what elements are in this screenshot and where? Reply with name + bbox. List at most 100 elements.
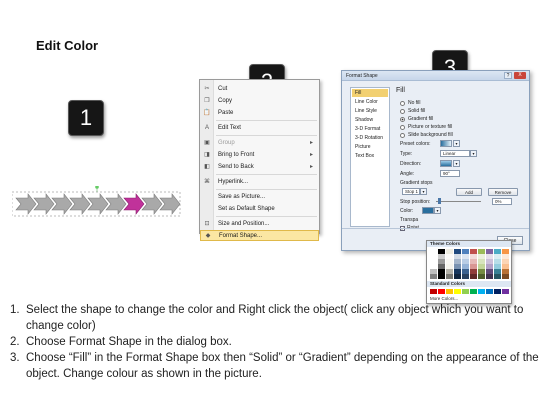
arrow-shape[interactable]: [15, 193, 37, 215]
submenu-chevron-icon: ▸: [309, 152, 313, 158]
color-swatch[interactable]: [502, 289, 509, 294]
color-swatch[interactable]: [430, 289, 437, 294]
stop-position-input[interactable]: 0%: [492, 198, 512, 205]
color-swatch[interactable]: [462, 274, 469, 279]
option-picture-fill[interactable]: Picture or texture fill: [400, 124, 452, 130]
menu-item-hyperlink[interactable]: ⌘ Hyperlink...: [200, 176, 319, 187]
menu-item-format-shape[interactable]: ◆ Format Shape...: [200, 230, 319, 241]
color-swatch[interactable]: [454, 274, 461, 279]
color-swatch[interactable]: [438, 274, 445, 279]
color-dropdown[interactable]: ▾: [434, 207, 441, 214]
arrow-shape[interactable]: [33, 193, 55, 215]
menu-item-group[interactable]: ▣ Group ▸: [200, 137, 319, 148]
arrow-shape[interactable]: [51, 193, 73, 215]
option-solid-fill[interactable]: Solid fill: [400, 108, 425, 114]
angle-label: Angle:: [400, 171, 415, 177]
color-swatch[interactable]: [478, 274, 485, 279]
rotation-handle[interactable]: [95, 186, 99, 189]
menu-item-edit-text[interactable]: A Edit Text: [200, 122, 319, 133]
menu-item-cut[interactable]: ✂ Cut: [200, 83, 319, 94]
option-gradient-fill[interactable]: Gradient fill: [400, 116, 433, 122]
type-select[interactable]: Linear: [440, 150, 470, 157]
color-swatch[interactable]: [486, 274, 493, 279]
category-line-style[interactable]: Line Style: [352, 107, 388, 115]
edit-text-icon: A: [204, 124, 209, 131]
preset-colors-label: Preset colors:: [400, 141, 431, 147]
submenu-chevron-icon: ▸: [309, 164, 313, 170]
arrow-shape-selected[interactable]: [123, 193, 145, 215]
color-swatch[interactable]: [494, 274, 501, 279]
menu-item-save-as-picture[interactable]: Save as Picture...: [200, 191, 319, 202]
menu-item-label: Group: [218, 139, 235, 146]
arrow-shape[interactable]: [87, 193, 109, 215]
arrow-shape[interactable]: [141, 193, 163, 215]
radio-icon: [400, 100, 405, 106]
stop-position-slider[interactable]: [436, 201, 481, 202]
instruction-number: 1.: [10, 304, 20, 316]
menu-item-label: Paste: [218, 109, 234, 116]
close-x-button[interactable]: X: [514, 72, 526, 79]
color-swatch[interactable]: [454, 289, 461, 294]
stop-dropdown[interactable]: ▾: [420, 188, 427, 195]
color-swatch[interactable]: [470, 289, 477, 294]
radio-icon: [400, 108, 405, 114]
arrow-shapes-row[interactable]: [12, 186, 182, 222]
color-swatch[interactable]: [470, 274, 477, 279]
menu-item-label: Size and Position...: [218, 220, 270, 227]
menu-item-label: Save as Picture...: [218, 193, 266, 200]
theme-color-column: [430, 249, 437, 279]
menu-item-set-as-default-shape[interactable]: Set as Default Shape: [200, 203, 319, 214]
color-swatch[interactable]: [502, 274, 509, 279]
preset-colors-dropdown[interactable]: ▾: [453, 140, 460, 147]
category-picture[interactable]: Picture: [352, 143, 388, 151]
stop-select[interactable]: Stop 1: [402, 188, 420, 195]
preset-colors-swatch[interactable]: [440, 140, 452, 147]
color-swatch[interactable]: [462, 289, 469, 294]
instruction-number: 2.: [10, 336, 20, 348]
color-swatch[interactable]: [486, 289, 493, 294]
menu-item-send-to-back[interactable]: ◧ Send to Back ▸: [200, 161, 319, 172]
help-button[interactable]: ?: [504, 72, 512, 79]
category-3-d-format[interactable]: 3-D Format: [352, 125, 388, 133]
color-swatch[interactable]: [430, 274, 437, 279]
slider-thumb[interactable]: [438, 198, 441, 204]
send-back-icon: ◧: [204, 164, 210, 170]
menu-item-copy[interactable]: ❐ Copy: [200, 95, 319, 106]
remove-stop-button[interactable]: Remove: [488, 188, 518, 196]
group-icon: ▣: [204, 140, 210, 146]
menu-separator: [216, 174, 317, 175]
theme-colors-grid: [427, 247, 511, 281]
size-icon: ⊡: [204, 221, 210, 227]
type-dropdown[interactable]: ▾: [470, 150, 477, 157]
arrow-shape[interactable]: [69, 193, 91, 215]
menu-item-label: Hyperlink...: [218, 178, 249, 185]
direction-dropdown[interactable]: ▾: [453, 160, 460, 167]
arrow-shape[interactable]: [159, 193, 181, 215]
angle-input[interactable]: 90°: [440, 170, 460, 177]
category-line-color[interactable]: Line Color: [352, 98, 388, 106]
menu-item-paste[interactable]: 📋 Paste: [200, 107, 319, 118]
direction-swatch[interactable]: [440, 160, 452, 167]
menu-item-size-and-position[interactable]: ⊡ Size and Position...: [200, 218, 319, 229]
option-background-fill[interactable]: Slide background fill: [400, 132, 453, 138]
fill-header: Fill: [396, 87, 405, 94]
radio-selected-icon: [400, 116, 405, 122]
category-3-d-rotation[interactable]: 3-D Rotation: [352, 134, 388, 142]
color-swatch[interactable]: [478, 289, 485, 294]
stop-position-label: Stop position:: [400, 199, 431, 205]
option-no-fill[interactable]: No fill: [400, 100, 421, 106]
menu-item-bring-to-front[interactable]: ◨ Bring to Front ▸: [200, 149, 319, 160]
theme-color-column: [470, 249, 477, 279]
color-swatch[interactable]: [494, 289, 501, 294]
color-swatch-button[interactable]: [422, 207, 434, 214]
category-shadow[interactable]: Shadow: [352, 116, 388, 124]
arrow-shape[interactable]: [105, 193, 127, 215]
more-colors-link[interactable]: More Colors...: [427, 296, 511, 301]
color-swatch[interactable]: [446, 289, 453, 294]
theme-color-column: [438, 249, 445, 279]
add-stop-button[interactable]: Add: [456, 188, 482, 196]
category-text-box[interactable]: Text Box: [352, 152, 388, 160]
color-swatch[interactable]: [446, 274, 453, 279]
category-fill[interactable]: Fill: [352, 89, 388, 97]
color-swatch[interactable]: [438, 289, 445, 294]
